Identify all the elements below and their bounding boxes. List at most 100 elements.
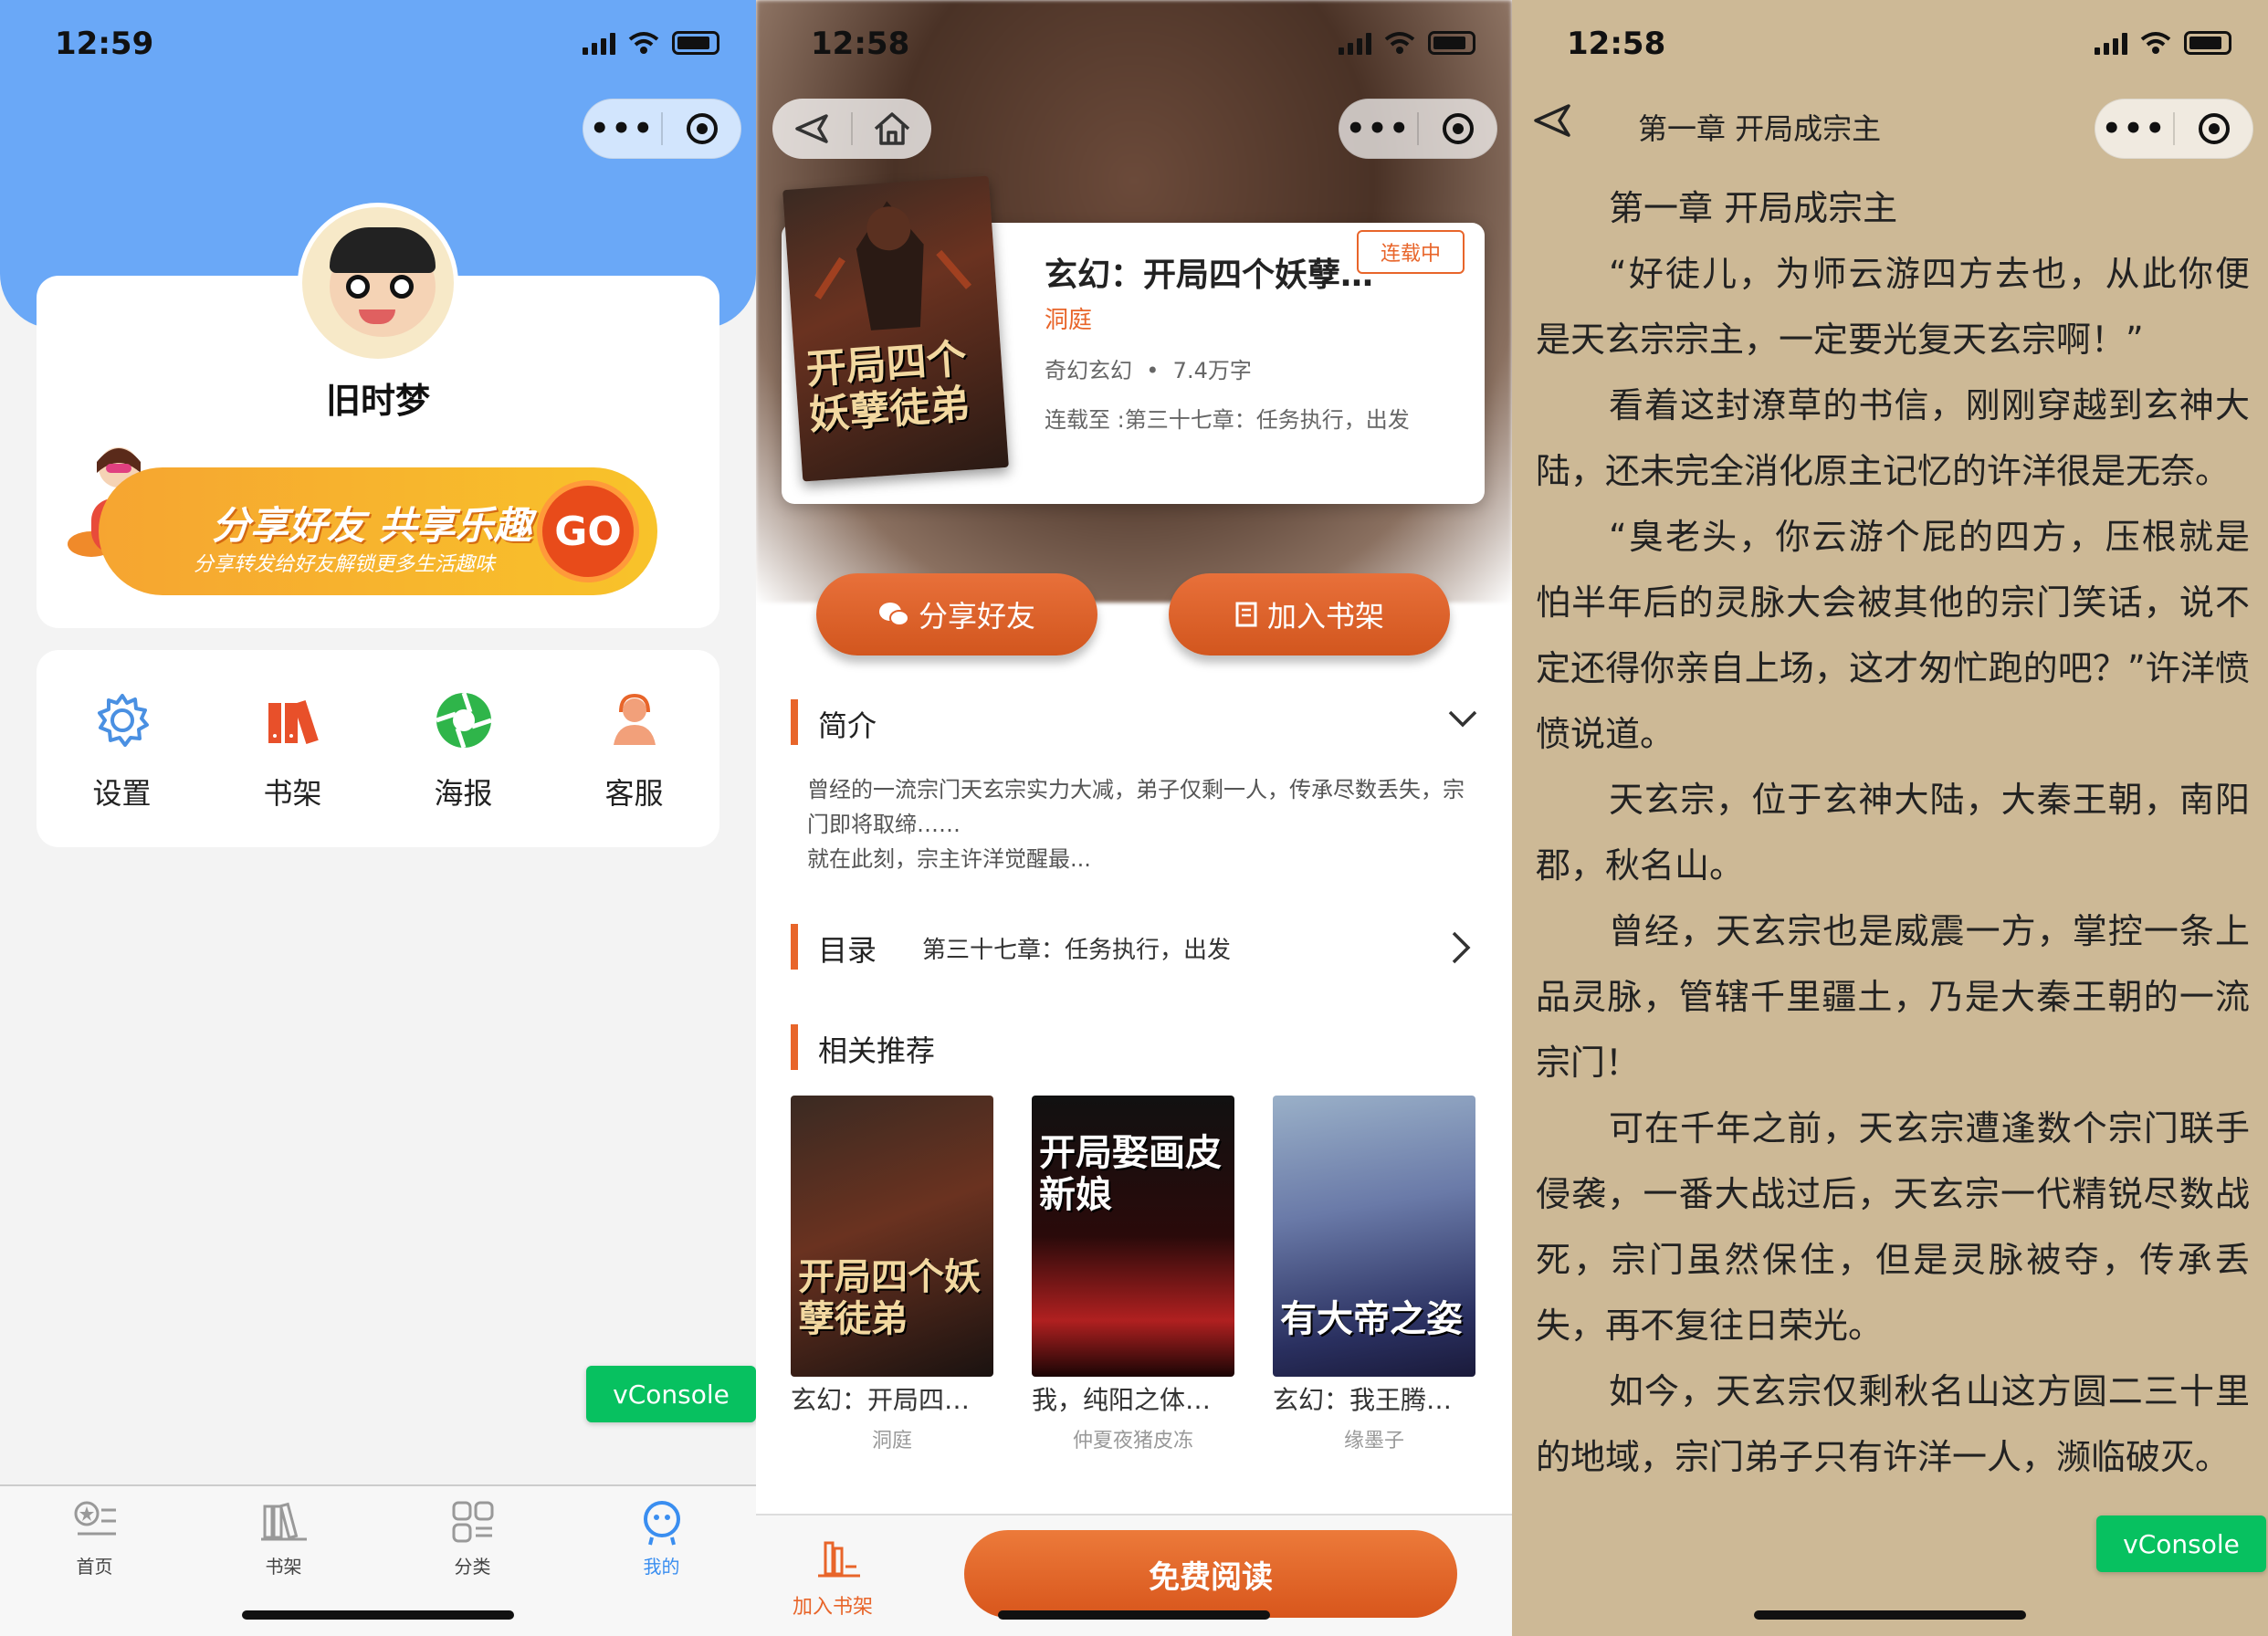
related-book[interactable]: 有大帝之姿 玄幻：我王腾… 缘墨子 — [1273, 1096, 1475, 1453]
menu-item-settings[interactable]: 设置 — [37, 650, 207, 847]
status-bar: 12:59 — [0, 26, 756, 66]
shelf-icon[interactable] — [814, 1536, 864, 1585]
paragraph: 如今，天玄宗仅剩秋名山这方圆二三十里的地域，宗门弟子只有许洋一人，濒临破灭。 — [1536, 1371, 2250, 1477]
chapter-content: 第一章 开局成宗主 “好徒儿，为师云游四方去也，从此你便是天玄宗宗主，一定要光复… — [1536, 175, 2250, 1490]
back-icon[interactable] — [1532, 102, 1572, 139]
book-title: 玄幻：开局四个妖孽… — [1045, 257, 1374, 294]
more-icon[interactable]: ••• — [583, 110, 661, 147]
close-mini-program-icon[interactable] — [663, 113, 740, 144]
paragraph: 看着这封潦草的书信，刚刚穿越到玄神大陆，还未完全消化原主记忆的许洋很是无奈。 — [1536, 385, 2250, 491]
banner-title: 分享好友 共享乐趣 — [212, 503, 532, 548]
related-book[interactable]: 开局四个妖孽徒弟 玄幻：开局四… 洞庭 — [791, 1096, 993, 1453]
paragraph: “好徒儿，为师云游四方去也，从此你便是天玄宗宗主，一定要光复天玄宗啊！” — [1536, 254, 2250, 360]
related-book-name: 玄幻：开局四… — [791, 1385, 971, 1415]
more-icon[interactable]: ••• — [2095, 110, 2173, 147]
home-icon[interactable] — [853, 110, 931, 147]
mini-program-capsule: ••• — [583, 99, 741, 159]
vconsole-button[interactable]: vConsole — [586, 1366, 756, 1422]
book-genre: 奇幻玄幻 — [1045, 358, 1132, 383]
tab-label: 首页 — [76, 1556, 113, 1578]
vconsole-button[interactable]: vConsole — [2096, 1515, 2266, 1572]
related-book[interactable]: 开局娶画皮新娘 我，纯阳之体… 仲夏夜猪皮冻 — [1032, 1096, 1234, 1453]
menu-label: 海报 — [434, 776, 493, 811]
cover-title: 开局四个妖孽徒弟 — [804, 335, 971, 439]
book-cover: 开局四个妖孽徒弟 — [782, 175, 1009, 482]
status-time: 12:58 — [811, 26, 910, 62]
close-mini-program-icon[interactable] — [2175, 113, 2252, 144]
paragraph: 可在千年之前，天玄宗遭逢数个宗门联手侵袭，一番大战过后，天玄宗一代精锐尽数战死，… — [1536, 1108, 2250, 1346]
share-banner[interactable]: 分享好友 共享乐趣 分享转发给好友解锁更多生活趣味 GO — [99, 467, 657, 595]
related-cover-title: 开局四个妖孽徒弟 — [798, 1255, 981, 1340]
menu-item-poster[interactable]: 海报 — [378, 650, 549, 847]
related-book-cover: 开局娶画皮新娘 — [1032, 1096, 1234, 1377]
chapter-heading: 第一章 开局成宗主 — [1609, 188, 1898, 228]
tab-profile[interactable]: 我的 — [567, 1486, 756, 1636]
bookshelf-icon — [268, 699, 319, 745]
shelf-label[interactable]: 加入书架 — [793, 1590, 873, 1620]
chapter-nav-title: 第一章 开局成宗主 — [1638, 111, 1882, 146]
home-indicator — [242, 1610, 514, 1620]
book-latest-chapter: 连载至 :第三十七章：任务执行，出发 — [1045, 407, 1410, 433]
section-marker — [791, 924, 798, 970]
battery-icon — [2184, 31, 2231, 55]
wechat-icon — [878, 603, 909, 626]
related-cover-title: 开局娶画皮新娘 — [1039, 1131, 1222, 1216]
reader-screen: 12:58 第一章 开局成宗主 ••• 第一章 开局成宗主 “好徒儿，为师云游四… — [1512, 0, 2268, 1636]
category-icon — [452, 1501, 493, 1543]
section-marker — [791, 699, 798, 745]
toc-latest-chapter[interactable]: 第三十七章：任务执行，出发 — [922, 931, 1231, 965]
wifi-icon — [2140, 32, 2171, 54]
chevron-right-icon[interactable] — [1450, 929, 1472, 966]
chevron-down-icon[interactable] — [1446, 708, 1479, 730]
toc-title: 目录 — [818, 933, 877, 968]
battery-icon — [1428, 31, 1475, 55]
menu-item-customer-service[interactable]: 客服 — [549, 650, 719, 847]
paragraph: 天玄宗，位于玄神大陆，大秦王朝，南阳郡，秋名山。 — [1536, 780, 2250, 886]
username: 旧时梦 — [325, 381, 430, 421]
paragraph: 曾经，天玄宗也是威震一方，掌控一条上品灵脉，管辖千里疆土，乃是大秦王朝的一流宗门… — [1536, 911, 2250, 1083]
book-word-count: 7.4万字 — [1172, 358, 1252, 383]
profile-icon — [643, 1501, 680, 1546]
book-author[interactable]: 洞庭 — [1045, 301, 1092, 335]
related-book-author: 仲夏夜猪皮冻 — [1072, 1430, 1193, 1452]
related-book-author: 洞庭 — [871, 1430, 912, 1452]
signal-icon — [1339, 31, 1371, 55]
avatar[interactable] — [298, 203, 458, 363]
intro-text: 曾经的一流宗门天玄宗实力大减，弟子仅剩一人，传承尽数丢失，宗门即将取缔…… 就在… — [807, 772, 1465, 876]
tab-label: 分类 — [454, 1556, 491, 1578]
tab-label: 我的 — [643, 1556, 680, 1578]
go-button[interactable]: GO — [537, 480, 639, 582]
related-book-cover: 有大帝之姿 — [1273, 1096, 1475, 1377]
add-to-shelf-button[interactable]: 加入书架 — [1169, 573, 1450, 655]
nav-capsule — [772, 99, 931, 159]
status-time: 12:59 — [55, 26, 154, 62]
close-mini-program-icon[interactable] — [1419, 113, 1496, 144]
menu-item-bookshelf[interactable]: 书架 — [207, 650, 378, 847]
share-friends-button[interactable]: 分享好友 — [816, 573, 1097, 655]
signal-icon — [583, 31, 615, 55]
battery-icon — [672, 31, 719, 55]
menu-label: 设置 — [92, 776, 152, 811]
free-read-button[interactable]: 免费阅读 — [964, 1530, 1457, 1618]
menu-label: 客服 — [604, 776, 664, 811]
related-book-author: 缘墨子 — [1343, 1430, 1404, 1452]
signal-icon — [2095, 31, 2127, 55]
tab-home[interactable]: 首页 — [0, 1486, 189, 1636]
menu-label: 书架 — [263, 776, 322, 811]
paragraph: “臭老头，你云游个屁的四方，压根就是怕半年后的灵脉大会被其他的宗门笑话，说不定还… — [1536, 517, 2250, 754]
intro-line: 曾经的一流宗门天玄宗实力大减，弟子仅剩一人，传承尽数丢失，宗门即将取缔…… — [807, 777, 1465, 837]
intro-line: 就在此刻，宗主许洋觉醒最... — [807, 846, 1091, 872]
customer-service-icon — [613, 693, 656, 745]
related-book-name: 玄幻：我王腾… — [1273, 1385, 1453, 1415]
banner-subtitle: 分享转发给好友解锁更多生活趣味 — [194, 553, 496, 576]
status-bar: 12:58 — [756, 26, 1512, 66]
profile-screen: 12:59 ••• 旧时梦 分享好友 共享乐趣 分享转发给好友解锁更多生活趣味 … — [0, 0, 756, 1636]
more-icon[interactable]: ••• — [1339, 110, 1417, 147]
share-friends-label: 分享好友 — [918, 599, 1035, 634]
profile-menu-grid: 设置 书架 海报 客服 — [37, 650, 719, 847]
section-marker — [791, 1024, 798, 1070]
related-title: 相关推荐 — [818, 1033, 936, 1068]
back-icon[interactable] — [772, 112, 851, 145]
status-time: 12:58 — [1567, 26, 1666, 62]
related-book-name: 我，纯阳之体… — [1032, 1385, 1212, 1415]
